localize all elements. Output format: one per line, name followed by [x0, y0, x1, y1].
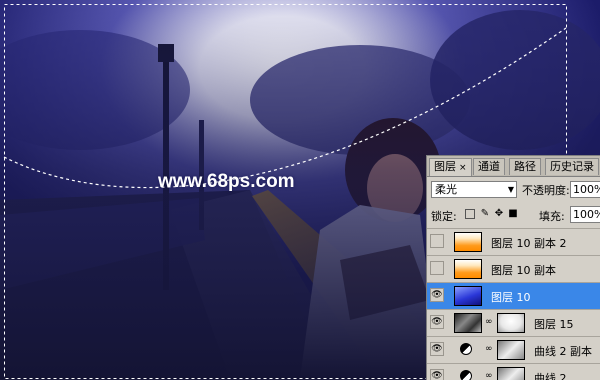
layer-row[interactable]: 👁 ∞ 曲线 2 副本	[427, 336, 600, 363]
layer-name: 曲线 2 副本	[534, 345, 592, 358]
tab-layers[interactable]: 图层 ×	[429, 158, 472, 176]
tab-paths-label: 路径	[514, 160, 536, 173]
lock-label: 锁定:	[431, 210, 457, 223]
layer-thumbnail	[454, 313, 482, 333]
layer-name: 图层 10 副本 2	[491, 237, 567, 250]
layer-name: 图层 15	[534, 318, 574, 331]
eye-icon[interactable]: 👁	[430, 369, 444, 380]
layers-panel: 图层× 通道 路径 历史记录 柔光 ▼ 不透明度: 100% 锁定: ✎ ✥ ■…	[426, 155, 600, 380]
visibility-toggle[interactable]	[430, 234, 444, 248]
fill-label: 填充:	[539, 210, 565, 223]
lock-brush-icon[interactable]: ✎	[480, 209, 490, 219]
layer-name: 图层 10 副本	[491, 264, 556, 277]
watermark-text: www.68ps.com	[158, 171, 295, 192]
layer-thumbnail	[454, 232, 482, 252]
close-icon[interactable]: ×	[459, 163, 467, 173]
tab-history[interactable]: 历史记录	[545, 158, 599, 175]
lock-all-icon[interactable]: ■	[508, 209, 518, 219]
tab-paths[interactable]: 路径	[509, 158, 541, 175]
blend-mode-select[interactable]: 柔光 ▼	[431, 181, 517, 198]
mask-thumbnail	[497, 313, 525, 333]
layer-row[interactable]: 图层 10 副本 2	[427, 228, 600, 255]
curves-thumbnail	[497, 340, 525, 360]
eye-icon[interactable]: 👁	[430, 288, 444, 302]
fill-field[interactable]: 100%	[570, 206, 600, 223]
link-icon: ∞	[485, 317, 493, 327]
lock-transparency-icon[interactable]	[465, 209, 475, 219]
tab-channels-label: 通道	[478, 160, 500, 173]
blend-mode-value: 柔光	[435, 183, 457, 196]
blend-row: 柔光 ▼ 不透明度: 100%	[427, 179, 600, 201]
eye-icon[interactable]: 👁	[430, 342, 444, 356]
lock-move-icon[interactable]: ✥	[494, 209, 504, 219]
visibility-toggle[interactable]	[430, 261, 444, 275]
layer-thumbnail	[454, 286, 482, 306]
tab-history-label: 历史记录	[550, 160, 594, 173]
layer-row[interactable]: 图层 10 副本	[427, 255, 600, 282]
panel-tabs: 图层 × 通道 路径 历史记录	[427, 156, 600, 177]
chevron-down-icon: ▼	[507, 185, 514, 194]
tab-layers-label: 图层	[434, 160, 456, 173]
layer-thumbnail	[454, 259, 482, 279]
layer-name: 图层 10	[491, 291, 531, 304]
lock-row: 锁定: ✎ ✥ ■ 填充: 100%	[427, 205, 600, 225]
eye-icon[interactable]: 👁	[430, 315, 444, 329]
layer-row[interactable]: 👁 ∞ 图层 15	[427, 309, 600, 336]
layer-row-selected[interactable]: 👁 图层 10	[427, 282, 600, 309]
tab-channels[interactable]: 通道	[473, 158, 505, 175]
curves-thumbnail	[497, 367, 525, 380]
link-icon: ∞	[485, 344, 493, 354]
layer-row[interactable]: 👁 ∞ 曲线 2	[427, 363, 600, 380]
adjustment-icon	[460, 343, 472, 355]
opacity-label: 不透明度:	[522, 184, 570, 197]
opacity-field[interactable]: 100%	[570, 181, 600, 198]
